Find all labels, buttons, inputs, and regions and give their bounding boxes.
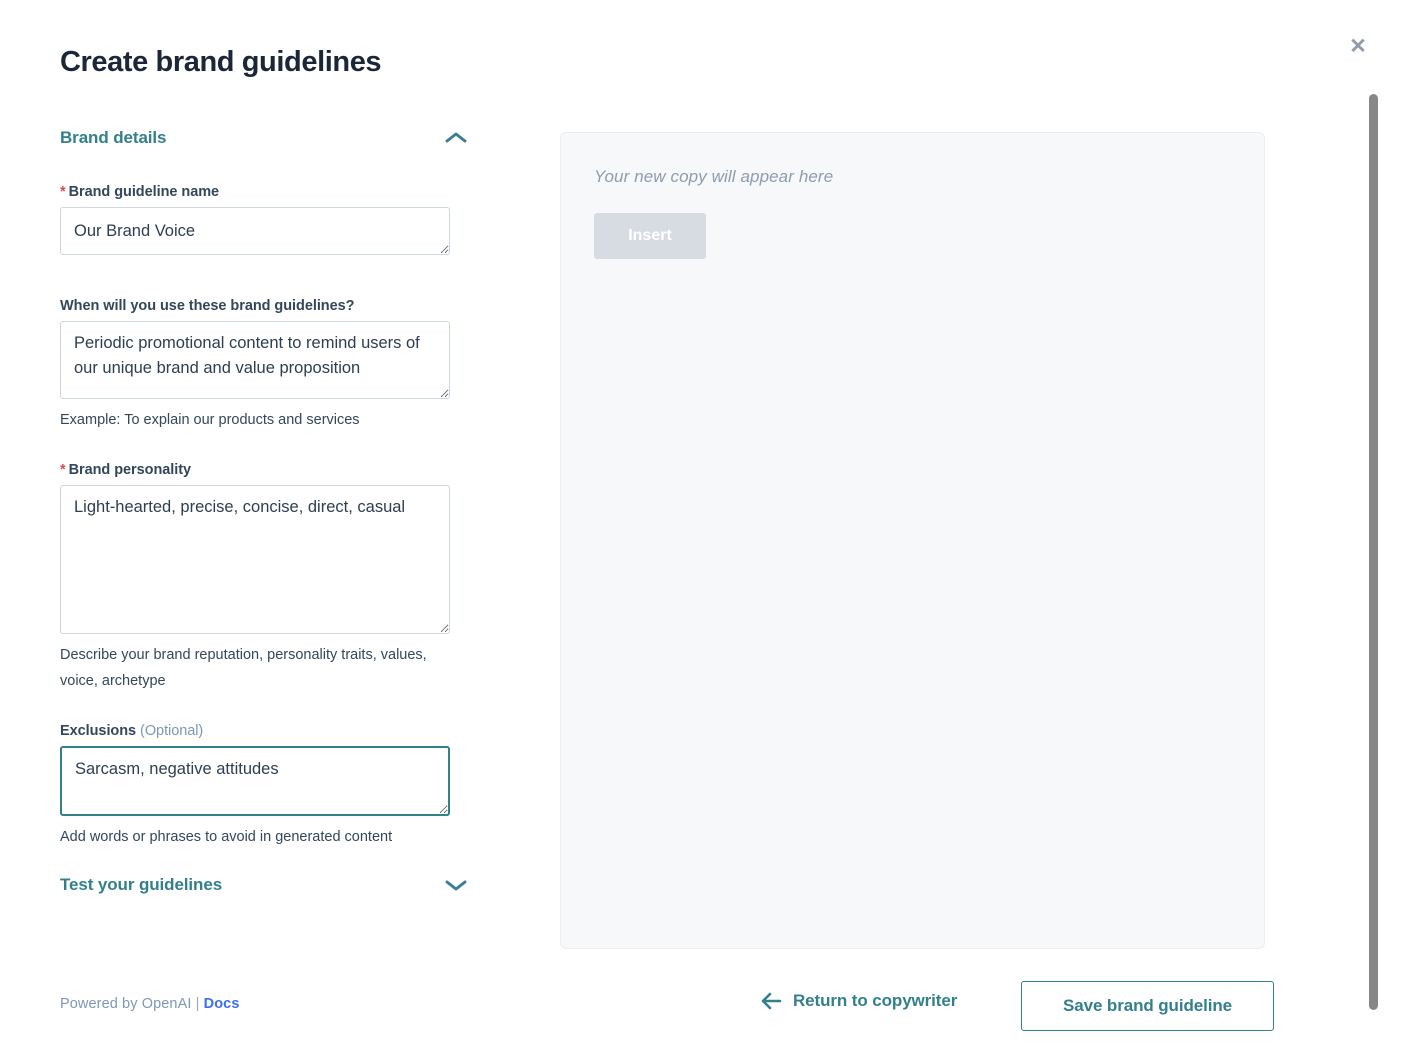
copy-preview-panel: Your new copy will appear here Insert (560, 132, 1265, 949)
optional-marker: (Optional) (140, 723, 204, 739)
brand-personality-input[interactable] (60, 485, 450, 634)
page-title: Create brand guidelines (60, 46, 382, 78)
label-guideline-name: * Brand guideline name (60, 184, 220, 200)
save-brand-guideline-button[interactable]: Save brand guideline (1021, 981, 1274, 1031)
required-asterisk: * (60, 462, 66, 478)
label-when-use: When will you use these brand guidelines… (60, 298, 355, 314)
exclusions-input[interactable] (60, 746, 450, 816)
section-header-test-guidelines[interactable]: Test your guidelines (60, 873, 467, 897)
label-brand-personality: * Brand personality (60, 462, 192, 478)
powered-by-footer: Powered by OpenAI | Docs (60, 996, 240, 1012)
required-asterisk: * (60, 184, 66, 200)
hint-brand-personality: Describe your brand reputation, personal… (60, 647, 427, 689)
powered-by-label: Powered by OpenAI (60, 996, 192, 1012)
guideline-name-input[interactable] (60, 207, 450, 255)
label-exclusions: Exclusions (Optional) (60, 723, 204, 739)
hint-exclusions: Add words or phrases to avoid in generat… (60, 829, 393, 845)
insert-button[interactable]: Insert (594, 213, 706, 259)
field-when-use: When will you use these brand guidelines… (60, 298, 472, 433)
field-guideline-name: * Brand guideline name (60, 184, 472, 255)
page-scrollbar-thumb[interactable] (1369, 94, 1378, 1010)
create-brand-guidelines-modal: Create brand guidelines ✕ Brand details … (0, 0, 1403, 1064)
preview-placeholder-text: Your new copy will appear here (594, 167, 834, 186)
chevron-down-icon[interactable] (445, 878, 467, 892)
return-to-copywriter-button[interactable]: Return to copywriter (760, 991, 957, 1011)
section-header-brand-details[interactable]: Brand details (60, 126, 467, 150)
field-exclusions: Exclusions (Optional) Add words or phras… (60, 723, 472, 850)
section-label-test-guidelines: Test your guidelines (60, 875, 223, 894)
chevron-up-icon[interactable] (445, 131, 467, 145)
arrow-left-icon (760, 992, 782, 1010)
separator: | (195, 996, 200, 1012)
section-label-brand-details: Brand details (60, 128, 167, 147)
field-brand-personality: *Brand personality Describe your brand r… (60, 462, 472, 694)
return-to-copywriter-label: Return to copywriter (793, 991, 958, 1010)
when-use-input[interactable] (60, 321, 450, 399)
hint-when-use: Example: To explain our products and ser… (60, 412, 360, 428)
docs-link[interactable]: Docs (204, 996, 240, 1012)
brand-details-form: Brand details *Brand guideline name When… (60, 126, 472, 897)
